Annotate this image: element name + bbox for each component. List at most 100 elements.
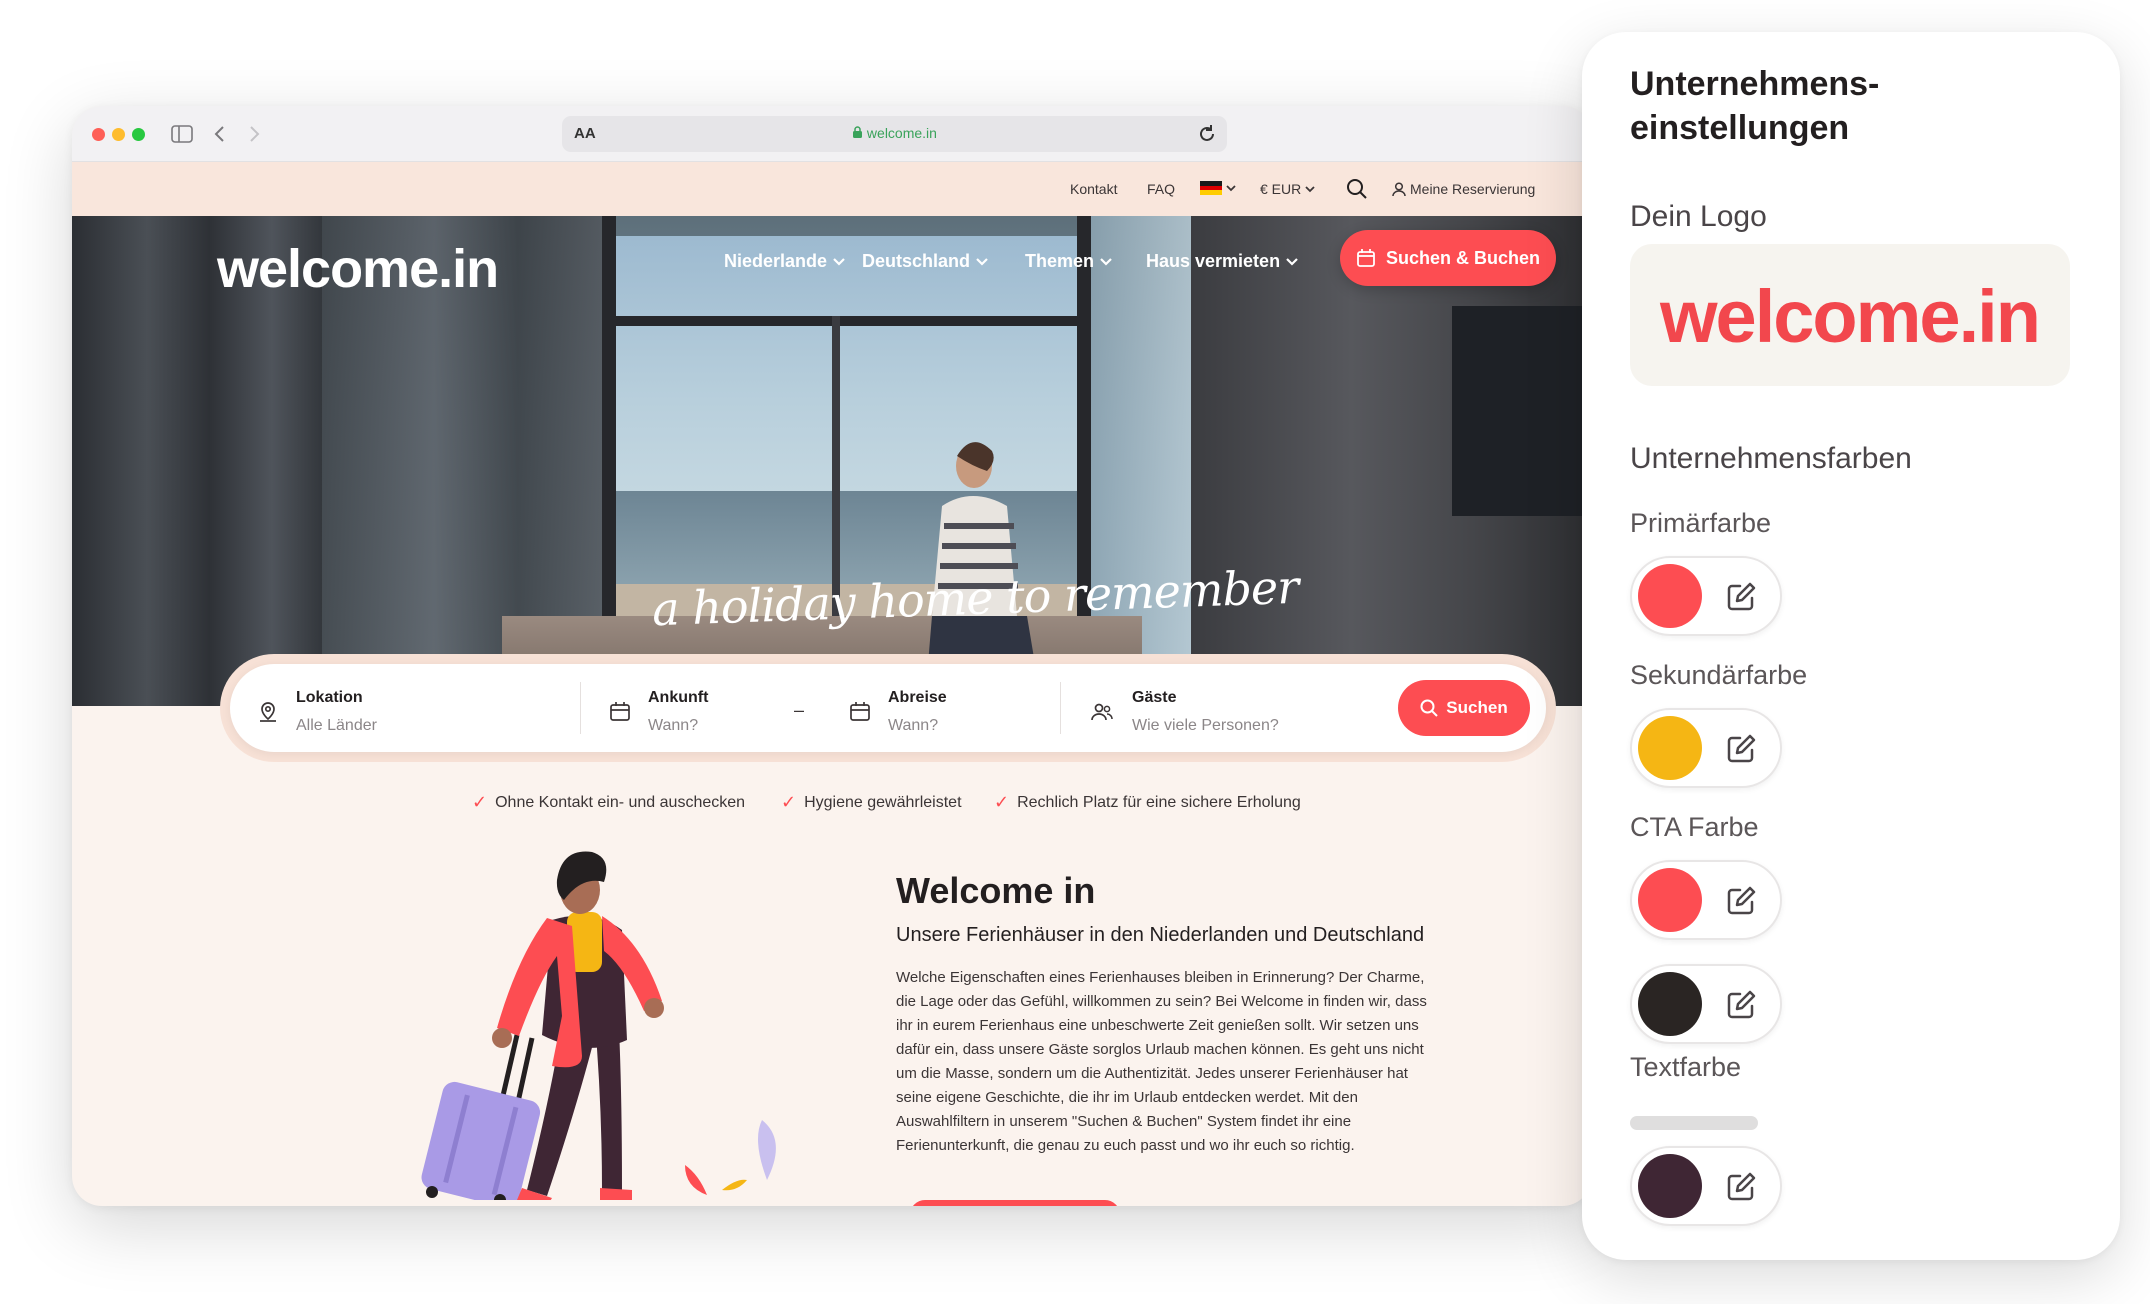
- secondary-color-picker[interactable]: [1630, 708, 1782, 788]
- location-placeholder: Alle Länder: [296, 717, 377, 734]
- chevron-down-icon: [1100, 257, 1112, 266]
- wall-picture: [1452, 306, 1582, 516]
- window-frame: [602, 316, 1091, 326]
- edit-icon[interactable]: [1724, 580, 1758, 614]
- edit-icon[interactable]: [1724, 988, 1758, 1022]
- nav-niederlande[interactable]: Niederlande: [724, 251, 845, 272]
- reservation-label: Meine Reservierung: [1410, 181, 1536, 197]
- forward-icon[interactable]: [240, 120, 268, 148]
- panel-title: Unternehmens-einstellungen: [1630, 65, 1880, 147]
- cta-text-color-picker[interactable]: [1630, 964, 1782, 1044]
- welcome-subheading: Unsere Ferienhäuser in den Niederlanden …: [896, 924, 1425, 946]
- cta-color-swatch: [1638, 868, 1702, 932]
- calendar-icon: [850, 702, 870, 721]
- colors-heading: Unternehmensfarben: [1630, 442, 1912, 475]
- field-divider: [580, 682, 581, 734]
- booking-search-inner: Lokation Alle Länder Ankunft Wann? – Abr…: [230, 664, 1546, 752]
- faq-link[interactable]: FAQ: [1147, 181, 1175, 197]
- nav-label: Deutschland: [862, 251, 971, 271]
- user-icon: [1392, 181, 1406, 196]
- check-icon: ✓: [994, 792, 1010, 812]
- edit-icon[interactable]: [1724, 884, 1758, 918]
- arrival-field[interactable]: Ankunft Wann?: [648, 689, 708, 735]
- currency-selector[interactable]: € EUR: [1260, 181, 1315, 197]
- feature-item: ✓ Rechlich Platz für eine sichere Erholu…: [994, 792, 1301, 813]
- calendar-icon: [610, 702, 630, 721]
- feature-text: Hygiene gewährleistet: [804, 793, 962, 811]
- chevron-down-icon: [1286, 257, 1298, 266]
- logo-upload-box[interactable]: welcome.in: [1630, 244, 2070, 386]
- window-frame: [602, 216, 616, 636]
- search-button-label: Suchen: [1446, 698, 1508, 717]
- guests-field[interactable]: Gäste Wie viele Personen?: [1132, 689, 1279, 735]
- arrival-label: Ankunft: [648, 689, 709, 706]
- departure-field[interactable]: Abreise Wann?: [888, 689, 947, 735]
- text-color-label: Textfarbe: [1630, 1052, 1742, 1082]
- back-icon[interactable]: [206, 120, 234, 148]
- text-color-swatch: [1638, 1154, 1702, 1218]
- map-pin-icon: [260, 702, 276, 722]
- cta-color-picker[interactable]: [1630, 860, 1782, 940]
- lock-icon: [852, 125, 867, 141]
- traveler-illustration: [421, 851, 776, 1200]
- reservation-link[interactable]: Meine Reservierung: [1392, 181, 1535, 197]
- currency-label: € EUR: [1260, 181, 1302, 197]
- browser-window: AA welcome.in Kontakt FAQ € EUR Meine Re…: [72, 106, 1592, 1206]
- chevron-down-icon: [976, 257, 988, 266]
- primary-color-picker[interactable]: [1630, 556, 1782, 636]
- guests-icon: [1091, 703, 1113, 721]
- guests-label: Gäste: [1132, 689, 1177, 706]
- nav-themen[interactable]: Themen: [1025, 251, 1112, 272]
- search-book-label: Suchen & Buchen: [1385, 247, 1541, 268]
- minimize-window-button[interactable]: [112, 128, 125, 141]
- departure-placeholder: Wann?: [888, 717, 939, 734]
- address-url: welcome.in: [562, 125, 1227, 141]
- sidebar-toggle-icon[interactable]: [168, 120, 196, 148]
- text-color-picker[interactable]: [1630, 1146, 1782, 1226]
- search-icon: [1420, 699, 1439, 717]
- close-window-button[interactable]: [92, 128, 105, 141]
- secondary-color-label: Sekundärfarbe: [1630, 660, 1808, 690]
- read-more-button[interactable]: [910, 1200, 1120, 1206]
- chevron-down-icon: [1305, 186, 1315, 193]
- booking-search-bar: Lokation Alle Länder Ankunft Wann? – Abr…: [220, 654, 1556, 762]
- url-text: welcome.in: [866, 125, 937, 141]
- edit-icon[interactable]: [1724, 1170, 1758, 1204]
- cta-color-label: CTA Farbe: [1630, 812, 1759, 842]
- field-divider: [1060, 682, 1061, 734]
- browser-toolbar: AA welcome.in: [72, 106, 1592, 162]
- search-button[interactable]: Suchen: [1398, 680, 1530, 736]
- edit-icon[interactable]: [1724, 732, 1758, 766]
- logo-heading: Dein Logo: [1630, 200, 1767, 233]
- maximize-window-button[interactable]: [132, 128, 145, 141]
- location-label: Lokation: [296, 689, 363, 706]
- language-selector[interactable]: [1200, 181, 1236, 195]
- primary-color-label: Primärfarbe: [1630, 508, 1772, 538]
- nav-haus-vermieten[interactable]: Haus vermieten: [1146, 251, 1298, 272]
- nav-label: Niederlande: [724, 251, 828, 271]
- feature-text: Ohne Kontakt ein- und auschecken: [495, 793, 746, 811]
- company-settings-panel: Unternehmens-einstellungen Dein Logo wel…: [1582, 32, 2120, 1260]
- site-logo[interactable]: welcome.in: [217, 238, 499, 300]
- feature-text: Rechlich Platz für eine sichere Erholung: [1017, 793, 1301, 811]
- text-color-slider[interactable]: [1630, 1116, 1758, 1130]
- utility-bar: Kontakt FAQ € EUR Meine Reservierung: [72, 162, 1592, 216]
- reload-icon[interactable]: [1195, 122, 1219, 146]
- welcome-body-text: Welche Eigenschaften eines Ferienhauses …: [896, 969, 1427, 1154]
- search-book-button[interactable]: Suchen & Buchen: [1340, 230, 1556, 286]
- nav-label: Haus vermieten: [1146, 251, 1281, 271]
- check-icon: ✓: [781, 792, 797, 812]
- location-field[interactable]: Lokation Alle Länder: [296, 689, 377, 735]
- cta-text-color-swatch: [1638, 972, 1702, 1036]
- kontakt-link[interactable]: Kontakt: [1070, 181, 1117, 197]
- welcome-heading: Welcome in: [896, 870, 1096, 911]
- nav-label: Themen: [1025, 251, 1095, 271]
- feature-item: ✓ Ohne Kontakt ein- und auschecken: [472, 792, 745, 813]
- german-flag-icon: [1200, 181, 1222, 195]
- address-bar[interactable]: AA welcome.in: [562, 116, 1227, 152]
- search-icon[interactable]: [1346, 178, 1368, 200]
- departure-label: Abreise: [888, 689, 947, 706]
- secondary-color-swatch: [1638, 716, 1702, 780]
- date-range-dash: –: [794, 700, 805, 720]
- nav-deutschland[interactable]: Deutschland: [862, 251, 988, 272]
